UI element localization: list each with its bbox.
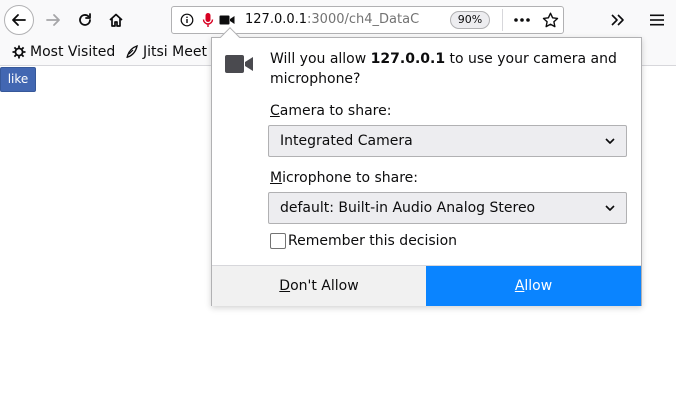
- dont-allow-button[interactable]: Don't Allow: [212, 266, 426, 306]
- remember-decision-row[interactable]: Remember this decision: [270, 232, 457, 250]
- popup-footer: Don't Allow Allow: [212, 265, 641, 306]
- allow-button[interactable]: Allow: [426, 266, 641, 306]
- camera-label: Camera to share:: [270, 103, 392, 119]
- url-separator: [502, 9, 503, 31]
- microphone-icon[interactable]: [199, 11, 217, 29]
- info-icon[interactable]: [178, 11, 196, 29]
- home-icon: [109, 13, 123, 27]
- browser-toolbar: 127.0.0.1:3000/ch4_DataC 90%: [0, 0, 676, 38]
- main-menu-button[interactable]: [645, 8, 669, 32]
- bookmark-star-button[interactable]: [540, 11, 560, 29]
- home-button[interactable]: [101, 5, 131, 35]
- url-fade: [417, 9, 447, 31]
- microphone-select[interactable]: default: Built-in Audio Analog Stereo: [268, 192, 627, 224]
- like-button[interactable]: like: [0, 67, 36, 92]
- feather-icon: [126, 45, 138, 59]
- camera-select-value: Integrated Camera: [280, 133, 413, 149]
- overflow-button[interactable]: [606, 8, 630, 32]
- arrow-left-icon: [12, 14, 26, 26]
- url-text[interactable]: 127.0.0.1:3000/ch4_DataC: [245, 12, 445, 30]
- bookmark-most-visited[interactable]: Most Visited: [12, 42, 115, 62]
- forward-button[interactable]: [38, 5, 68, 35]
- page-actions-button[interactable]: [512, 11, 532, 29]
- chevron-down-icon: [605, 138, 615, 144]
- url-path: :3000/ch4_DataC: [307, 12, 420, 27]
- hamburger-menu-icon: [650, 14, 664, 26]
- permission-popup: Will you allow 127.0.0.1 to use your cam…: [211, 27, 642, 306]
- bookmark-jitsi-meet[interactable]: Jitsi Meet: [125, 42, 207, 62]
- zoom-reset-button[interactable]: 90%: [450, 11, 490, 29]
- url-host: 127.0.0.1: [245, 12, 308, 27]
- remember-checkbox[interactable]: [270, 233, 286, 249]
- bookmark-label: Most Visited: [30, 44, 116, 60]
- camera-icon: [225, 55, 253, 73]
- bookmark-label: Jitsi Meet: [143, 44, 207, 60]
- reload-icon: [79, 13, 91, 26]
- chevron-double-right-icon: [611, 14, 624, 26]
- remember-label[interactable]: Remember this decision: [288, 233, 457, 249]
- permission-host: 127.0.0.1: [370, 51, 446, 67]
- more-horizontal-icon: [514, 18, 530, 22]
- arrow-right-icon: [46, 14, 60, 26]
- microphone-select-value: default: Built-in Audio Analog Stereo: [280, 200, 536, 216]
- reload-button[interactable]: [70, 5, 100, 35]
- camera-icon[interactable]: [218, 11, 236, 29]
- back-button[interactable]: [4, 5, 34, 35]
- camera-select[interactable]: Integrated Camera: [268, 125, 627, 157]
- microphone-label: Microphone to share:: [270, 170, 418, 186]
- permission-message: Will you allow 127.0.0.1 to use your cam…: [270, 51, 617, 87]
- gear-icon: [12, 45, 26, 59]
- star-icon: [542, 12, 558, 27]
- chevron-down-icon: [605, 205, 615, 211]
